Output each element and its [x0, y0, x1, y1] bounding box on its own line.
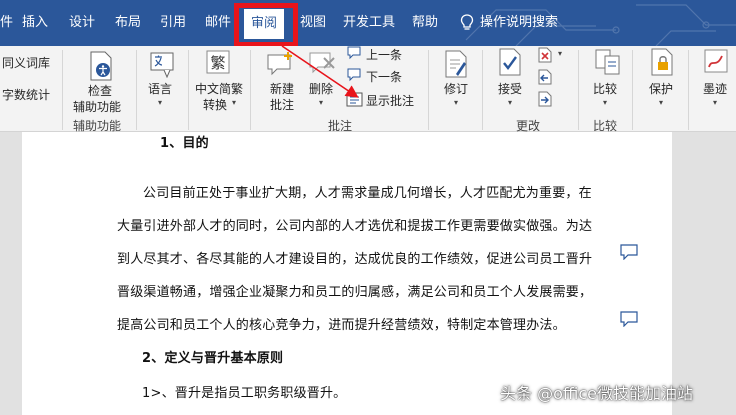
ribbon-panel: 同义词库 字数统计 检查 辅助功能 辅助功能 语言 ▾ 繁 中文简繁 转换 ▾ … — [0, 46, 736, 133]
language-icon — [150, 52, 174, 78]
compare-button[interactable]: 比较 — [593, 80, 617, 97]
next-comment-button[interactable]: 下一条 — [366, 68, 402, 85]
chinese-conversion-label2[interactable]: 转换 — [203, 96, 227, 113]
show-comments-icon — [346, 92, 363, 107]
new-comment-label1[interactable]: 新建 — [270, 80, 294, 97]
track-changes-button[interactable]: 修订 — [444, 80, 468, 97]
previous-comment-icon — [347, 46, 361, 60]
paragraph-line: 大量引进外部人才的同时，公司内部的人才选优和提拔工作更需要做实做强。为达 — [117, 219, 593, 234]
compare-dropdown-icon[interactable]: ▾ — [603, 98, 607, 107]
chinese-conversion-icon: 繁 — [206, 50, 230, 74]
delete-comment-icon — [309, 52, 335, 74]
chinese-conversion-dropdown-icon[interactable]: ▾ — [232, 98, 236, 107]
accept-button[interactable]: 接受 — [498, 80, 522, 97]
new-comment-label2[interactable]: 批注 — [270, 96, 294, 113]
paragraph-line: 到人尽其才、各尽其能的人才建设目的，达成优良的工作绩效，促进公司员工晋升 — [117, 252, 593, 267]
ribbon-tab-bar: 件 插入 设计 布局 引用 邮件 审阅 视图 开发工具 帮助 操作说明搜索 — [0, 0, 736, 46]
protect-icon — [651, 48, 673, 76]
language-dropdown-icon[interactable]: ▾ — [158, 98, 162, 107]
delete-dropdown-icon[interactable]: ▾ — [319, 98, 323, 107]
comment-marker-icon[interactable] — [620, 311, 638, 327]
tab-mailings[interactable]: 邮件 — [205, 0, 231, 46]
new-comment-icon — [267, 52, 292, 76]
lightbulb-icon — [460, 13, 474, 30]
previous-comment-button[interactable]: 上一条 — [366, 46, 402, 63]
tab-layout[interactable]: 布局 — [115, 0, 141, 46]
ink-dropdown-icon[interactable]: ▾ — [713, 98, 717, 107]
check-accessibility-label1[interactable]: 检查 — [88, 82, 112, 99]
language-button[interactable]: 语言 — [148, 80, 172, 97]
comment-marker-icon[interactable] — [620, 244, 638, 260]
paragraph-line: 公司目前正处于事业扩大期，人才需求量成几何增长，人才匹配尤为重要，在 — [143, 186, 592, 201]
next-comment-icon — [347, 68, 361, 82]
tab-insert[interactable]: 插入 — [22, 0, 48, 46]
delete-comment-button[interactable]: 删除 — [309, 80, 333, 97]
protect-button[interactable]: 保护 — [649, 80, 673, 97]
compare-icon — [595, 49, 620, 75]
paragraph-line: 提高公司和员工个人的核心竞争力，进而提升经营绩效，特制定本管理办法。 — [117, 318, 566, 333]
track-changes-icon — [445, 50, 467, 78]
accept-change-icon — [499, 48, 521, 76]
protect-dropdown-icon[interactable]: ▾ — [659, 98, 663, 107]
tab-design[interactable]: 设计 — [69, 0, 95, 46]
document-page[interactable] — [22, 132, 672, 415]
svg-text:繁: 繁 — [210, 54, 225, 72]
reject-change-icon — [538, 47, 552, 63]
ink-button[interactable]: 墨迹 — [703, 80, 727, 97]
show-comments-button[interactable]: 显示批注 — [366, 92, 414, 109]
next-change-icon — [538, 91, 552, 107]
ink-icon — [704, 49, 728, 73]
paragraph-line: 晋级渠道畅通，增强企业凝聚力和员工的归属感，满足公司和员工个人发展需要， — [117, 285, 593, 300]
review-tab-highlight — [234, 3, 298, 47]
heading-purpose: 1、目的 — [160, 136, 209, 151]
chinese-conversion-label1[interactable]: 中文简繁 — [195, 80, 243, 97]
tab-developer[interactable]: 开发工具 — [343, 0, 395, 46]
word-count-button[interactable]: 字数统计 — [2, 86, 50, 103]
reject-dropdown-icon[interactable]: ▾ — [558, 49, 562, 58]
thesaurus-button[interactable]: 同义词库 — [2, 54, 50, 71]
tab-view[interactable]: 视图 — [300, 0, 326, 46]
previous-change-icon — [538, 69, 552, 85]
tell-me-search[interactable]: 操作说明搜索 — [460, 0, 558, 46]
tab-help[interactable]: 帮助 — [412, 0, 438, 46]
watermark: 头条 @office微技能加油站 — [500, 384, 693, 403]
tab-file[interactable]: 件 — [0, 0, 13, 46]
list-item: 1>、晋升是指员工职务职级晋升。 — [142, 386, 347, 401]
accept-dropdown-icon[interactable]: ▾ — [508, 98, 512, 107]
check-accessibility-label2[interactable]: 辅助功能 — [73, 98, 121, 115]
check-accessibility-icon — [90, 51, 112, 81]
search-label: 操作说明搜索 — [480, 15, 559, 30]
heading-definition: 2、定义与晋升基本原则 — [142, 351, 284, 366]
tab-references[interactable]: 引用 — [160, 0, 186, 46]
track-changes-dropdown-icon[interactable]: ▾ — [454, 98, 458, 107]
